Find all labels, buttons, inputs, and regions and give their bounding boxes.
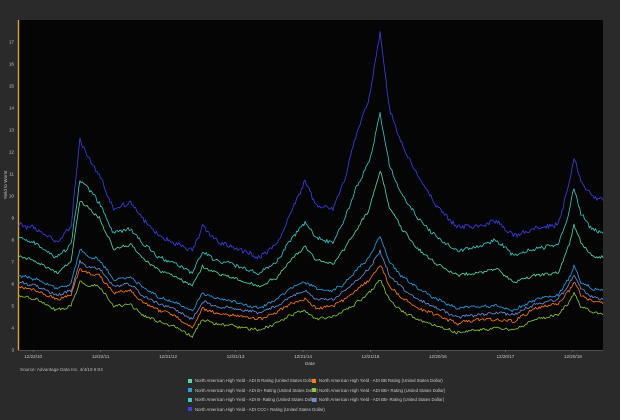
line-chart: 3 4 5 6 7 8 9 10 11 12 13 14 15 16 17 12/22/10 12/22/11…	[3, 20, 604, 366]
legend-swatch	[188, 378, 192, 383]
legend-swatch	[188, 388, 192, 393]
y-tick-label: 15	[9, 84, 15, 89]
legend-label: North American High Yield - ADI CCC+ Rat…	[195, 406, 325, 412]
y-tick-label: 9	[11, 216, 14, 221]
y-tick-label: 16	[9, 62, 15, 67]
legend-item[interactable]: North American High Yield - ADI BB+ Rati…	[312, 388, 445, 393]
y-tick-label: 8	[11, 238, 14, 243]
legend-swatch	[188, 397, 192, 402]
x-tick-label: 12/20/17	[496, 354, 514, 359]
legend-item[interactable]: North American High Yield - ADI B+ Ratin…	[188, 388, 318, 393]
y-axis-label: Yield to Worst	[3, 170, 8, 200]
y-tick-label: 7	[11, 260, 14, 265]
y-tick-label: 6	[11, 282, 14, 287]
y-axis-ticks: 3 4 5 6 7 8 9 10 11 12 13 14 15 16 17	[9, 40, 15, 353]
x-axis-label: Date	[305, 361, 315, 366]
plot-area	[18, 20, 603, 350]
legend-item[interactable]: North American High Yield - ADI BB Ratin…	[312, 378, 443, 383]
y-tick-label: 5	[11, 304, 14, 309]
x-tick-label: 12/22/11	[92, 354, 110, 359]
legend-item[interactable]: North American High Yield - ADI BB- Rati…	[312, 397, 444, 402]
x-tick-label: 12/21/13	[227, 354, 245, 359]
y-tick-label: 13	[9, 128, 15, 133]
legend-label: North American High Yield - ADI BB Ratin…	[319, 378, 443, 384]
legend-label: North American High Yield - ADI B- Ratin…	[195, 397, 318, 403]
x-tick-label: 12/20/18	[564, 354, 582, 359]
legend-row: North American High Yield - ADI B- Ratin…	[188, 395, 448, 405]
x-tick-label: 12/22/10	[24, 354, 42, 359]
y-tick-label: 12	[9, 150, 15, 155]
chart-container: 3 4 5 6 7 8 9 10 11 12 13 14 15 16 17 12/22/10 12/22/11…	[0, 0, 620, 420]
legend-swatch	[312, 397, 316, 402]
x-tick-label: 12/21/14	[294, 354, 312, 359]
x-axis-ticks: 12/22/10 12/22/11 12/21/12 12/21/13 12/21/14…	[24, 350, 582, 359]
y-tick-label: 3	[11, 348, 14, 353]
legend-swatch	[312, 378, 316, 383]
legend-label: North American High Yield - ADI B Rating…	[195, 378, 316, 384]
y-tick-label: 17	[9, 40, 15, 45]
legend-row: North American High Yield - ADI B Rating…	[188, 376, 448, 386]
legend-item[interactable]: North American High Yield - ADI B- Ratin…	[188, 397, 317, 402]
legend-item[interactable]: North American High Yield - ADI CCC+ Rat…	[188, 407, 325, 412]
y-tick-label: 10	[9, 194, 15, 199]
y-tick-label: 4	[11, 326, 14, 331]
source-note: Source: Advantage Data Inc. 4/4/19 9:04	[20, 367, 103, 372]
y-tick-label: 14	[9, 106, 15, 111]
legend-label: North American High Yield - ADI BB+ Rati…	[319, 387, 446, 393]
x-tick-label: 12/21/15	[362, 354, 380, 359]
x-tick-label: 12/20/16	[429, 354, 447, 359]
legend: North American High Yield - ADI B Rating…	[188, 376, 448, 414]
legend-label: North American High Yield - ADI B+ Ratin…	[195, 387, 319, 393]
y-tick-label: 11	[9, 172, 14, 177]
legend-label: North American High Yield - ADI BB- Rati…	[319, 397, 445, 403]
legend-item[interactable]: North American High Yield - ADI B Rating…	[188, 378, 316, 383]
legend-row: North American High Yield - ADI B+ Ratin…	[188, 386, 448, 396]
legend-row: North American High Yield - ADI CCC+ Rat…	[188, 405, 448, 415]
legend-swatch	[188, 407, 192, 412]
legend-swatch	[312, 388, 316, 393]
x-tick-label: 12/21/12	[159, 354, 177, 359]
